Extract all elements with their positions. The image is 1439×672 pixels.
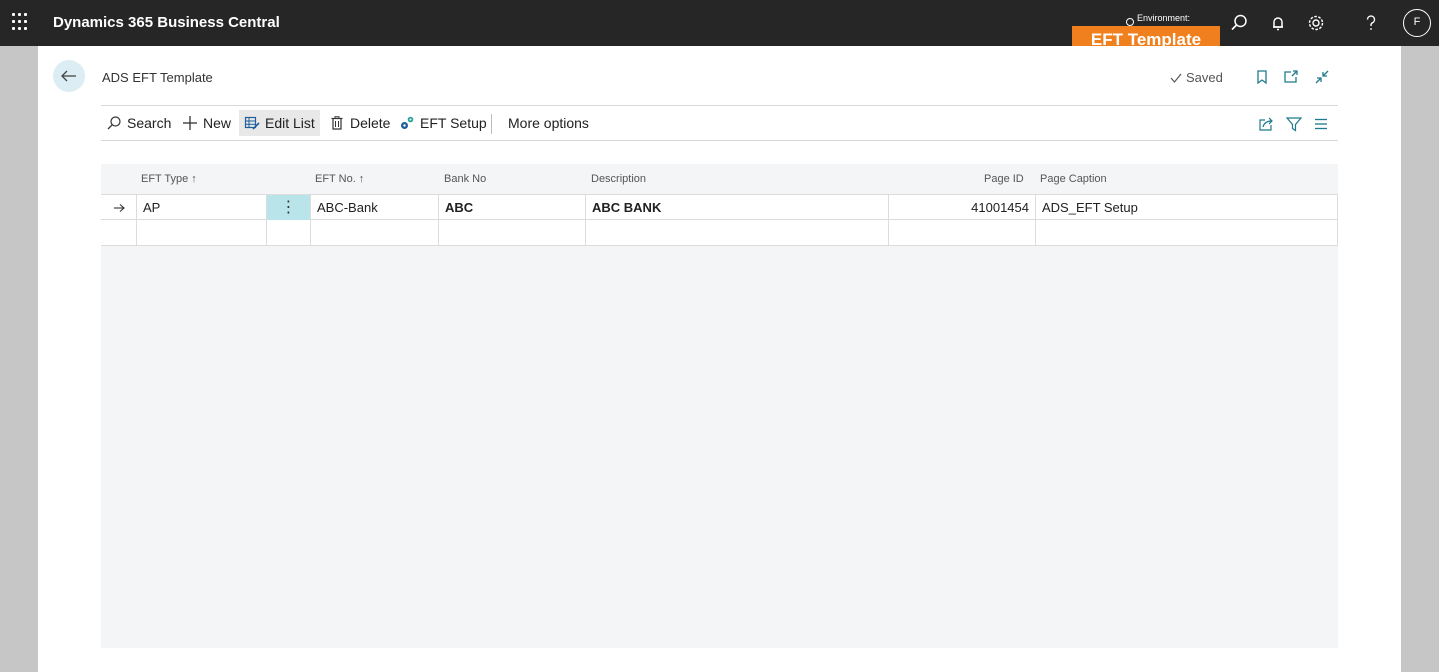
cell-page-id[interactable] [889, 220, 1036, 245]
column-header-page-id[interactable]: Page ID [984, 173, 1024, 185]
new-label: New [203, 115, 232, 131]
cell-bank-no[interactable]: ABC [439, 195, 586, 220]
cell-description[interactable]: ABC BANK [586, 195, 889, 220]
column-header-description[interactable]: Description [591, 173, 646, 185]
eft-setup-button[interactable]: EFT Setup [394, 110, 492, 136]
back-button[interactable] [53, 60, 85, 92]
avatar[interactable]: F [1403, 9, 1431, 37]
page-title: ADS EFT Template [102, 70, 213, 85]
saved-status: Saved [1169, 70, 1223, 85]
cell-eft-no[interactable] [311, 220, 439, 245]
list-grid: EFT Type ↑ EFT No. ↑ Bank No Description… [101, 164, 1338, 648]
sort-ascending-icon: ↑ [358, 173, 365, 185]
sort-ascending-icon: ↑ [191, 173, 197, 185]
cell-eft-type[interactable]: AP [137, 195, 267, 220]
search-label: Search [127, 115, 172, 131]
globe-icon [1126, 18, 1134, 26]
help-icon[interactable] [1360, 12, 1382, 34]
trash-icon [331, 116, 343, 130]
edit-list-label: Edit List [265, 115, 315, 131]
cell-description[interactable] [586, 220, 889, 245]
eft-setup-label: EFT Setup [420, 115, 487, 131]
cell-eft-type[interactable] [137, 220, 267, 245]
list-view-icon[interactable] [1312, 115, 1330, 133]
cell-page-id[interactable]: 41001454 [889, 195, 1036, 220]
column-header-label: Page ID [984, 173, 1024, 185]
cell-bank-no[interactable] [439, 220, 586, 245]
app-name[interactable]: Dynamics 365 Business Central [53, 14, 280, 31]
divider [101, 140, 1338, 141]
data-table: AP ⋮ ABC-Bank ABC ABC BANK 41001454 ADS_… [101, 194, 1338, 246]
arrow-right-icon [113, 204, 125, 212]
cell-page-caption[interactable] [1036, 220, 1338, 245]
search-button[interactable]: Search [101, 110, 176, 136]
column-header-eft-type[interactable]: EFT Type ↑ [141, 173, 197, 185]
table-row[interactable] [101, 220, 1338, 246]
more-options-label: More options [508, 115, 589, 131]
page-panel: ADS EFT Template Saved Search New Edit L… [38, 46, 1401, 672]
column-header-label: Page Caption [1040, 173, 1107, 185]
delete-label: Delete [350, 115, 391, 131]
cell-page-caption[interactable]: ADS_EFT Setup [1036, 195, 1338, 220]
plus-icon [183, 116, 197, 130]
search-icon[interactable] [1228, 12, 1250, 34]
filter-icon[interactable] [1285, 115, 1303, 133]
top-bar: Dynamics 365 Business Central Environmen… [0, 0, 1439, 54]
column-header-label: Description [591, 173, 647, 185]
column-header-label: EFT No. [315, 173, 356, 185]
column-header-label: Bank No [444, 173, 487, 185]
open-new-window-icon[interactable] [1282, 68, 1300, 86]
new-button[interactable]: New [177, 110, 236, 136]
delete-button[interactable]: Delete [324, 110, 395, 136]
saved-label: Saved [1186, 70, 1223, 85]
row-selector[interactable] [101, 220, 137, 245]
collapse-icon[interactable] [1313, 68, 1331, 86]
gear-icon[interactable] [1305, 12, 1327, 34]
table-row[interactable]: AP ⋮ ABC-Bank ABC ABC BANK 41001454 ADS_… [101, 194, 1338, 220]
bookmark-icon[interactable] [1253, 68, 1271, 86]
environment-label: Environment: [1137, 13, 1191, 23]
edit-list-button[interactable]: Edit List [239, 110, 320, 136]
share-icon[interactable] [1257, 115, 1275, 133]
action-bar: Search New Edit List Delete EFT Setup Mo… [101, 106, 1338, 140]
row-selector[interactable] [101, 195, 137, 220]
edit-list-icon [244, 116, 260, 130]
arrow-left-icon [61, 70, 76, 82]
environment-indicator: Environment: [1126, 10, 1190, 26]
bell-icon[interactable] [1267, 12, 1289, 34]
more-options-button[interactable]: More options [503, 110, 594, 136]
column-header-bank-no[interactable]: Bank No [444, 173, 486, 185]
column-header-page-caption[interactable]: Page Caption [1040, 173, 1107, 185]
column-header-eft-no[interactable]: EFT No. ↑ [315, 173, 364, 185]
cell-eft-no[interactable]: ABC-Bank [311, 195, 439, 220]
gears-icon [401, 116, 414, 129]
checkmark-icon [1170, 73, 1182, 83]
row-menu-cell[interactable] [267, 220, 311, 245]
column-header-label: EFT Type [141, 173, 189, 185]
app-launcher-icon[interactable] [12, 13, 30, 31]
row-menu-button[interactable]: ⋮ [267, 195, 311, 220]
action-divider [491, 114, 492, 134]
search-icon [107, 116, 121, 130]
